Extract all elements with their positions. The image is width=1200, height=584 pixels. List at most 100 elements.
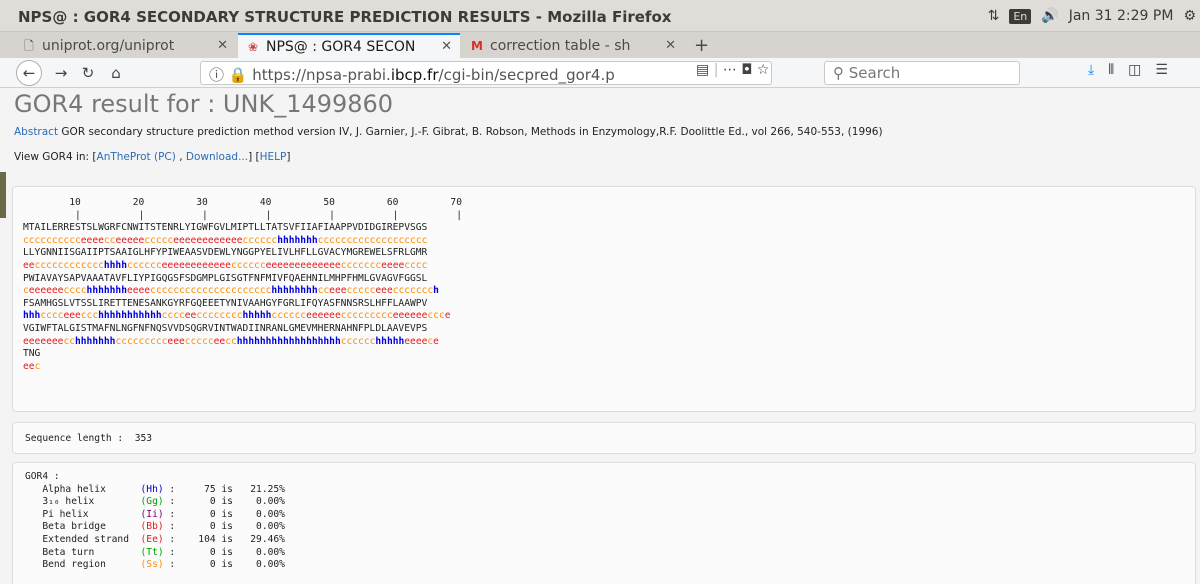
volume-icon[interactable]: 🔊 (1041, 8, 1058, 24)
window-title: NPS@ : GOR4 SECONDARY STRUCTURE PREDICTI… (18, 8, 672, 26)
prediction-line: hhhcccceeeccchhhhhhhhhhhcccceecccccccchh… (23, 310, 451, 322)
structure-code: (Tt) (140, 546, 164, 558)
sequence-block: 10 20 30 40 50 60 70 | | | | | | | MTAIL… (23, 197, 462, 373)
forward-arrow-icon[interactable]: → (52, 62, 70, 84)
sequence-line: LLYGNNIISGAIIPTSAAIGLHFYPIWEAASVDEWLYNGG… (23, 247, 428, 259)
structure-name: 3₁₀ helix (25, 496, 141, 508)
structure-name: Extended strand (25, 533, 141, 545)
prediction-line: eec (23, 360, 41, 372)
sequence-length-value: 353 (134, 433, 153, 444)
abstract-link[interactable]: Abstract (14, 126, 58, 138)
system-tray: ⇅ En 🔊 Jan 31 2:29 PM ⚙ (988, 8, 1196, 24)
help-link[interactable]: HELP (260, 151, 287, 163)
close-tab-icon[interactable]: ✕ (665, 38, 676, 53)
structure-code: (Ss) (140, 559, 164, 571)
sequence-line: PWIAVAYSAPVAAATAVFLIYPIGQGSFSDGMPLGISGTF… (23, 272, 428, 284)
gor4-row: Alpha helix (Hh) : 75 is 21.25% (25, 484, 285, 495)
search-icon: ⚲ (833, 64, 844, 82)
structure-code: (Bb) (140, 521, 164, 533)
clock[interactable]: Jan 31 2:29 PM (1069, 8, 1174, 24)
window-titlebar: NPS@ : GOR4 SECONDARY STRUCTURE PREDICTI… (0, 0, 1200, 32)
tab-label: correction table - sh (490, 37, 631, 54)
npsa-favicon-icon: ❀ (247, 39, 259, 54)
network-icon[interactable]: ⇅ (988, 8, 1000, 24)
abstract-line: Abstract GOR secondary structure predict… (14, 126, 883, 138)
antheprot-link[interactable]: AnTheProt (PC) (97, 151, 176, 163)
toolbar-right: ⤓ ⫴ ◫ ☰ (1088, 62, 1168, 78)
navigation-toolbar: ← → ↻ ⌂ ⓘ 🔒 https://npsa-prabi.ibcp.fr/c… (0, 58, 1200, 88)
sequence-line: FSAMHGSLVTSSLIRETTENESANKGYRFGQEEETYNIVA… (23, 297, 428, 309)
structure-stats: : 0 is 0.00% (163, 546, 285, 558)
search-placeholder: Search (848, 64, 901, 82)
sequence-length-label: Sequence length : (25, 433, 129, 444)
new-tab-button[interactable]: + (686, 33, 716, 58)
url-prefix: https://npsa-prabi. (252, 66, 391, 84)
close-tab-icon[interactable]: ✕ (441, 39, 452, 54)
menu-icon[interactable]: ☰ (1155, 62, 1168, 78)
bookmark-star-icon[interactable]: ☆ (757, 62, 770, 78)
gor4-row: Extended strand (Ee) : 104 is 29.46% (25, 534, 285, 545)
ruler-ticks: | | | | | | | (23, 209, 462, 221)
sequence-lines: MTAILERRESTSLWGRFCNWITSTENRLYIGWFGVLMIPT… (23, 222, 450, 372)
url-domain: ibcp.fr (390, 66, 439, 84)
structure-stats: : 104 is 29.46% (163, 533, 285, 545)
close-tab-icon[interactable]: ✕ (217, 38, 228, 53)
search-field[interactable]: ⚲ Search (824, 61, 1020, 85)
structure-name: Alpha helix (25, 483, 141, 495)
prediction-line: cccccccccceeeecceeeeeccccceeeeeeeeeeeecc… (23, 234, 428, 246)
structure-stats: : 0 is 0.00% (163, 559, 285, 571)
sequence-length: Sequence length : 353 (25, 433, 152, 446)
structure-stats: : 0 is 0.00% (163, 508, 285, 520)
structure-name: Beta bridge (25, 521, 141, 533)
gor4-row: 3₁₀ helix (Gg) : 0 is 0.00% (25, 496, 285, 507)
gor4-row: Beta turn (Tt) : 0 is 0.00% (25, 547, 285, 558)
info-icon[interactable]: ⓘ (209, 66, 224, 84)
page-content: GOR4 result for : UNK_1499860 Abstract G… (0, 88, 1200, 584)
home-icon[interactable]: ⌂ (106, 62, 126, 84)
prediction-line: eeeeeeecchhhhhhhccccccccceeeccccceecchhh… (23, 335, 439, 347)
tab-strip: 🗋 uniprot.org/uniprot ✕ ❀ NPS@ : GOR4 SE… (0, 32, 1200, 58)
page-icon: 🗋 (24, 38, 34, 53)
gor4-row: Bend region (Ss) : 0 is 0.00% (25, 559, 285, 570)
structure-name: Beta turn (25, 546, 141, 558)
pocket-icon[interactable]: ◘ (741, 62, 752, 78)
view-in-line: View GOR4 in: [AnTheProt (PC) , Download… (14, 151, 290, 163)
prediction-line: eecccccccccccchhhhcccccceeeeeeeeeeeecccc… (23, 259, 428, 271)
structure-stats: : 0 is 0.00% (163, 521, 285, 533)
url-actions: ▤ | ⋯ ◘ ☆ (696, 62, 770, 78)
sequence-line: TNG (23, 348, 41, 360)
gmail-icon: M (471, 38, 483, 53)
lock-icon: 🔒 (228, 66, 248, 84)
structure-stats: : 75 is 21.25% (163, 483, 285, 495)
download-link[interactable]: Download... (186, 151, 248, 163)
back-arrow-icon[interactable]: ← (16, 60, 42, 86)
reader-view-icon[interactable]: ▤ (696, 62, 709, 78)
structure-name: Pi helix (25, 508, 141, 520)
gor4-summary-panel: GOR4 : Alpha helix (Hh) : 75 is 21.25% 3… (12, 462, 1196, 584)
sequence-line: VGIWFTALGISTMAFNLNGFNFNQSVVDSQGRVINTWADI… (23, 322, 428, 334)
structure-name: Bend region (25, 559, 141, 571)
view-prefix: View GOR4 in: [ (14, 151, 97, 163)
gor4-row: Beta bridge (Bb) : 0 is 0.00% (25, 521, 285, 532)
sidebar-icon[interactable]: ◫ (1128, 62, 1141, 78)
download-icon[interactable]: ⤓ (1088, 62, 1094, 78)
library-icon[interactable]: ⫴ (1108, 62, 1114, 78)
ruler-numbers: 10 20 30 40 50 60 70 (23, 197, 462, 208)
view-separator: , (175, 151, 186, 163)
keyboard-indicator[interactable]: En (1009, 8, 1032, 24)
reload-icon[interactable]: ↻ (78, 62, 98, 84)
tab-gor4-results[interactable]: ❀ NPS@ : GOR4 SECON ✕ (238, 33, 460, 58)
gor4-rows: Alpha helix (Hh) : 75 is 21.25% 3₁₀ heli… (25, 484, 285, 571)
url-bar[interactable]: ⓘ 🔒 https://npsa-prabi.ibcp.fr/cgi-bin/s… (200, 61, 772, 85)
sequence-line: MTAILERRESTSLWGRFCNWITSTENRLYIGWFGVLMIPT… (23, 222, 428, 234)
gor4-summary: GOR4 : Alpha helix (Hh) : 75 is 21.25% 3… (25, 471, 285, 572)
tab-uniprot[interactable]: 🗋 uniprot.org/uniprot ✕ (14, 33, 236, 58)
tab-correction-table[interactable]: M correction table - sh ✕ (462, 33, 684, 58)
sequence-length-panel: Sequence length : 353 (12, 422, 1196, 454)
page-actions-icon[interactable]: ⋯ (723, 62, 737, 78)
settings-gear-icon[interactable]: ⚙ (1183, 8, 1196, 24)
page-title: GOR4 result for : UNK_1499860 (14, 90, 394, 118)
gor4-row: Pi helix (Ii) : 0 is 0.00% (25, 509, 285, 520)
gor4-header: GOR4 : (25, 471, 60, 482)
structure-stats: : 0 is 0.00% (163, 496, 285, 508)
